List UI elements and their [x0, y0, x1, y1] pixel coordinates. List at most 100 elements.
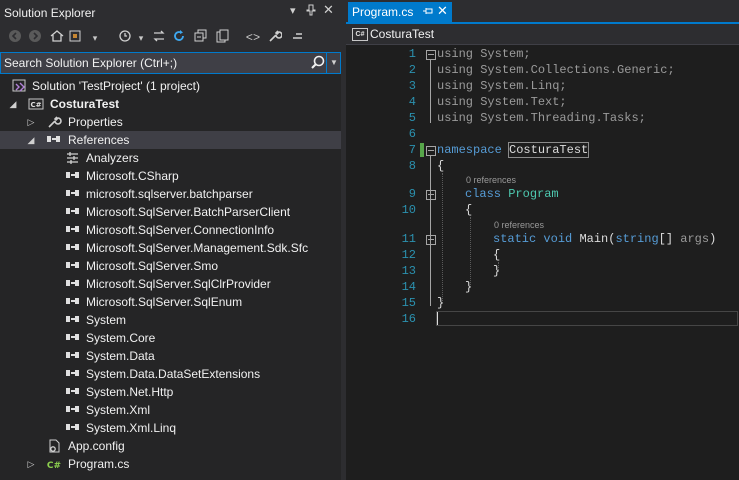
tree-item-program-cs[interactable]: ▷ C# Program.cs [0, 455, 341, 473]
indent-guide [442, 173, 443, 301]
reference-icon [66, 424, 80, 432]
search-options-dropdown-icon[interactable]: ▼ [326, 53, 341, 73]
tree-item-label: CosturaTest [50, 97, 120, 111]
indent-guide [470, 217, 471, 285]
solution-explorer-title: Solution Explorer [4, 6, 96, 20]
tree-item-label: Microsoft.CSharp [86, 169, 179, 183]
config-file-icon [47, 439, 63, 453]
collapsed-arrow-icon[interactable]: ▷ [26, 116, 36, 128]
pending-changes-dropdown-icon[interactable]: ▾ [132, 29, 150, 47]
line-number: 4 [408, 95, 416, 109]
svg-text:C#: C# [47, 461, 61, 471]
tree-item-reference[interactable]: Microsoft.SqlServer.SqlClrProvider [0, 275, 341, 293]
refresh-icon[interactable] [170, 29, 188, 47]
navigation-bar[interactable]: C# CosturaTest [346, 24, 739, 45]
wrench-icon [46, 115, 62, 129]
tree-item-label: microsoft.sqlserver.batchparser [86, 187, 253, 201]
tree-item-label: Microsoft.SqlServer.Management.Sdk.Sfc [86, 241, 309, 255]
line-number: 7 [408, 143, 416, 157]
pin-tab-icon[interactable] [422, 5, 434, 20]
tree-item-label: Properties [68, 115, 123, 129]
pin-icon[interactable] [306, 4, 316, 19]
tree-item-label: References [68, 133, 130, 147]
tree-item-reference[interactable]: System.Core [0, 329, 341, 347]
tree-item-reference[interactable]: System.Data [0, 347, 341, 365]
collapse-class-icon[interactable] [426, 190, 436, 200]
analyzer-icon [65, 151, 81, 165]
tree-item-reference[interactable]: Microsoft.SqlServer.Management.Sdk.Sfc [0, 239, 341, 257]
forward-icon[interactable] [26, 29, 44, 47]
tree-item-reference[interactable]: Microsoft.SqlServer.Smo [0, 257, 341, 275]
home-icon[interactable] [48, 29, 66, 47]
preview-selected-items-icon[interactable] [288, 29, 306, 47]
collapse-usings-icon[interactable] [426, 50, 436, 60]
tree-item-reference[interactable]: System.Net.Http [0, 383, 341, 401]
line-number: 6 [408, 127, 416, 141]
codelens-references-method[interactable]: 0 references [494, 220, 544, 230]
tree-item-reference[interactable]: Microsoft.CSharp [0, 167, 341, 185]
close-icon[interactable]: ✕ [323, 2, 334, 18]
project-dropdown[interactable]: CosturaTest [370, 27, 434, 41]
tree-item-label: Microsoft.SqlServer.Smo [86, 259, 219, 273]
search-input[interactable] [4, 54, 304, 71]
back-icon[interactable] [6, 29, 24, 47]
line-number: 15 [401, 296, 416, 310]
code-line: class Program [465, 187, 559, 201]
tree-item-reference[interactable]: Microsoft.SqlServer.BatchParserClient [0, 203, 341, 221]
tree-item-reference[interactable]: microsoft.sqlserver.batchparser [0, 185, 341, 203]
tree-item-label: System.Data [86, 349, 155, 363]
tab-program-cs[interactable]: Program.cs ✕ [348, 2, 452, 22]
collapse-method-icon[interactable] [426, 235, 436, 245]
line-number: 1 [408, 47, 416, 61]
tree-item-app-config[interactable]: App.config [0, 437, 341, 455]
switch-views-icon[interactable] [66, 29, 84, 47]
solution-explorer-toolbar: ▾ ▾ <> [0, 26, 341, 52]
tree-item-reference[interactable]: Microsoft.SqlServer.ConnectionInfo [0, 221, 341, 239]
changed-line-marker [420, 143, 424, 157]
code-area[interactable]: 1 2 3 4 5 6 7 8 9 10 11 12 13 14 15 16 u… [346, 45, 739, 480]
tree-item-reference[interactable]: System.Xml [0, 401, 341, 419]
tree-item-reference[interactable]: Microsoft.SqlServer.SqlEnum [0, 293, 341, 311]
tree-item-label: System.Xml.Linq [86, 421, 177, 435]
collapsed-arrow-icon[interactable]: ▷ [26, 458, 36, 470]
code-line: { [493, 248, 501, 262]
tree-item-reference[interactable]: System.Xml.Linq [0, 419, 341, 437]
solution-explorer-search-box[interactable]: ▼ [0, 52, 341, 74]
document-tab-strip: Program.cs ✕ [346, 0, 739, 24]
line-number: 13 [401, 264, 416, 278]
tree-item-properties[interactable]: ▷ Properties [0, 113, 341, 131]
tree-item-reference[interactable]: System [0, 311, 341, 329]
tree-item-reference[interactable]: System.Data.DataSetExtensions [0, 365, 341, 383]
tree-item-label: App.config [68, 439, 125, 453]
csharp-file-icon: C# [47, 457, 63, 471]
tree-item-analyzers[interactable]: Analyzers [0, 149, 341, 167]
outline-line [430, 60, 431, 123]
code-line: } [493, 264, 501, 278]
switch-views-dropdown-icon[interactable]: ▾ [86, 29, 104, 47]
tree-item-references[interactable]: ◢ References [0, 131, 341, 149]
collapse-all-icon[interactable] [192, 29, 210, 47]
codelens-references-class[interactable]: 0 references [466, 175, 516, 185]
tree-item-project[interactable]: ◢ C# CosturaTest [0, 95, 341, 113]
properties-wrench-icon[interactable] [266, 29, 284, 47]
close-tab-icon[interactable]: ✕ [437, 3, 448, 19]
tree-item-label: Analyzers [86, 151, 139, 165]
line-number: 12 [401, 248, 416, 262]
reference-icon [66, 334, 80, 342]
reference-icon [66, 352, 80, 360]
search-icon[interactable] [310, 54, 326, 72]
reference-icon [66, 226, 80, 234]
code-line: namespace CosturaTest [437, 142, 590, 158]
collapse-namespace-icon[interactable] [426, 146, 436, 156]
tree-item-label: Microsoft.SqlServer.SqlEnum [86, 295, 243, 309]
expanded-arrow-icon[interactable]: ◢ [8, 98, 18, 110]
tree-item-solution[interactable]: Solution 'TestProject' (1 project) [0, 77, 341, 95]
expanded-arrow-icon[interactable]: ◢ [26, 134, 36, 146]
reference-icon [66, 388, 80, 396]
view-code-icon[interactable]: <> [244, 29, 262, 47]
code-line: static void Main(string[] args) [493, 232, 717, 246]
sync-with-active-document-icon[interactable] [150, 29, 168, 47]
reference-icon [66, 406, 80, 414]
window-position-dropdown-icon[interactable]: ▾ [290, 4, 296, 17]
show-all-files-icon[interactable] [214, 29, 232, 47]
